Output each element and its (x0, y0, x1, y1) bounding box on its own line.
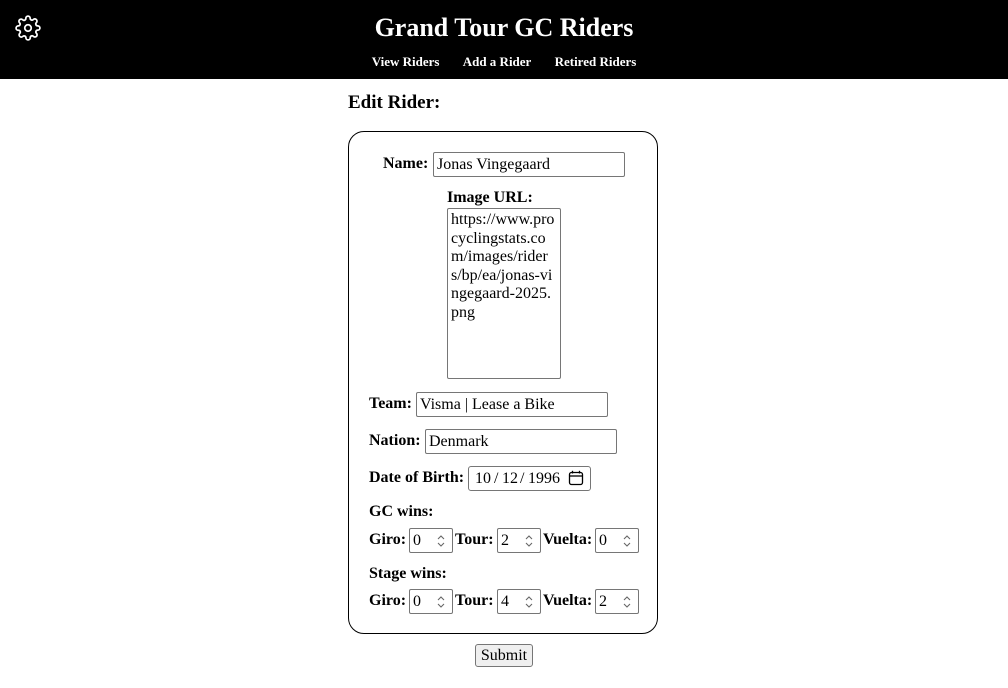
site-title: Grand Tour GC Riders (374, 13, 634, 42)
dob-day[interactable]: 12 (502, 468, 518, 490)
gc-vuelta-input[interactable]: 0 (595, 528, 639, 553)
stage-giro-input[interactable]: 0 (409, 589, 453, 614)
team-input[interactable]: Visma | Lease a Bike (416, 392, 608, 417)
gc-tour-label: Tour: (455, 531, 494, 548)
gc-giro-input[interactable]: 0 (409, 528, 453, 553)
image-url-textarea[interactable]: https://www.procyclingstats.com/images/r… (447, 208, 561, 379)
gc-tour-input[interactable]: 2 (497, 528, 541, 553)
gc-vuelta-value: 0 (599, 532, 607, 549)
submit-button[interactable]: Submit (475, 644, 533, 667)
stage-vuelta-input[interactable]: 2 (595, 589, 639, 614)
spinner-icon[interactable] (622, 533, 632, 549)
nav-view-riders[interactable]: View Riders (372, 53, 440, 71)
spinner-icon[interactable] (622, 594, 632, 610)
site-header: Grand Tour GC Riders View Riders Add a R… (0, 0, 1008, 79)
stage-wins-label: Stage wins: (369, 565, 447, 582)
nav-retired-riders[interactable]: Retired Riders (555, 53, 637, 71)
page-title: Edit Rider: (348, 92, 441, 113)
image-url-label: Image URL: (447, 189, 533, 206)
spinner-icon[interactable] (524, 533, 534, 549)
gc-vuelta-label: Vuelta: (543, 531, 593, 548)
stage-tour-value: 4 (501, 593, 509, 610)
nav-add-rider[interactable]: Add a Rider (463, 53, 532, 71)
stage-tour-input[interactable]: 4 (497, 589, 541, 614)
stage-vuelta-value: 2 (599, 593, 607, 610)
spinner-icon[interactable] (436, 594, 446, 610)
dob-label: Date of Birth: (369, 469, 465, 486)
dob-separator: / (520, 470, 525, 487)
name-input[interactable]: Jonas Vingegaard (433, 152, 625, 177)
calendar-icon[interactable] (568, 470, 584, 486)
main-nav: View Riders Add a Rider Retired Riders (0, 53, 1008, 71)
nation-input[interactable]: Denmark (425, 429, 617, 454)
gc-giro-label: Giro: (369, 531, 407, 548)
stage-tour-label: Tour: (455, 592, 494, 609)
dob-year[interactable]: 1996 (528, 468, 560, 490)
spinner-icon[interactable] (524, 594, 534, 610)
nation-label: Nation: (369, 432, 421, 449)
gc-tour-value: 2 (501, 532, 509, 549)
stage-vuelta-label: Vuelta: (543, 592, 593, 609)
gc-giro-value: 0 (413, 532, 421, 549)
gc-wins-label: GC wins: (369, 503, 434, 520)
stage-giro-value: 0 (413, 593, 421, 610)
name-label: Name: (383, 155, 429, 172)
dob-month[interactable]: 10 (475, 468, 491, 490)
stage-giro-label: Giro: (369, 592, 407, 609)
dob-separator: / (494, 470, 499, 487)
spinner-icon[interactable] (436, 533, 446, 549)
dob-input[interactable]: 10 / 12 / 1996 (468, 466, 591, 491)
team-label: Team: (369, 395, 412, 412)
